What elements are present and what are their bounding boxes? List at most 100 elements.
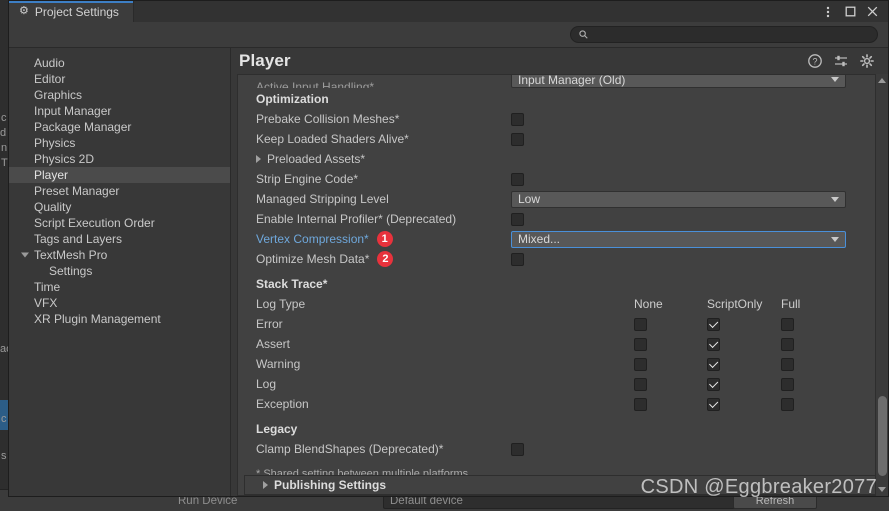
vertical-scrollbar[interactable] [875,74,888,496]
legacy-heading: Legacy [256,421,298,436]
stack-trace-error-none-checkbox[interactable] [634,317,647,331]
sidebar-item-textmesh-pro[interactable]: TextMesh Pro [9,247,230,263]
scroll-up-arrow-icon[interactable] [878,78,886,83]
stack-trace-warning-full-checkbox[interactable] [781,357,794,371]
active-input-handling-dropdown[interactable]: Input Manager (Old) [511,75,846,88]
sidebar-item-label: Package Manager [34,120,132,134]
close-icon[interactable] [862,1,882,22]
preset-icon[interactable] [834,54,848,68]
prebake-collision-meshes-checkbox[interactable] [511,112,524,126]
chevron-down-icon [831,77,839,82]
svg-text:?: ? [812,56,817,66]
sidebar-item-label: Editor [34,72,66,86]
row-keep-loaded-shaders-alive: Keep Loaded Shaders Alive* [238,129,875,149]
enable-internal-profiler-deprecated-checkbox[interactable] [511,212,524,226]
column-header-full: Full [781,297,801,311]
project-settings-window: ⚙ Project Settings Audio Editor Graphics… [8,0,889,497]
chevron-right-icon [263,481,268,489]
stack-trace-error-scriptonly-checkbox[interactable] [707,317,720,331]
optimization-rows: Prebake Collision Meshes* Keep Loaded Sha… [238,109,875,269]
sidebar-item-physics-2d[interactable]: Physics 2D [9,151,230,167]
stack-trace-exception-scriptonly-checkbox[interactable] [707,397,720,411]
enable-internal-profiler-deprecated-control [511,212,524,226]
clamp-blendshapes-deprecated-checkbox[interactable] [511,442,524,456]
sidebar-item-label: Physics 2D [34,152,95,166]
stack-trace-row-warning: Warning [238,354,875,374]
gear-icon: ⚙ [19,5,29,17]
sidebar-item-settings[interactable]: Settings [9,263,230,279]
sidebar-item-label: Player [34,168,69,182]
sidebar-item-xr-plugin-management[interactable]: XR Plugin Management [9,311,230,327]
sidebar-item-audio[interactable]: Audio [9,55,230,71]
stack-trace-assert-full-checkbox[interactable] [781,337,794,351]
sidebar-item-graphics[interactable]: Graphics [9,87,230,103]
sidebar-item-physics[interactable]: Physics [9,135,230,151]
sidebar-item-label: XR Plugin Management [34,312,161,326]
stack-trace-error-full-cell [781,317,794,331]
player-settings-rows: Active Input Handling* Input Manager (Ol… [238,75,875,495]
row-managed-stripping-level: Managed Stripping Level Low [238,189,875,209]
enable-internal-profiler-deprecated-label: Enable Internal Profiler* (Deprecated) [256,212,457,226]
sidebar-item-input-manager[interactable]: Input Manager [9,103,230,119]
active-input-handling-control[interactable]: Input Manager (Old) [511,75,846,88]
stack-trace-log-scriptonly-cell [707,377,720,391]
chevron-right-icon[interactable] [256,155,261,163]
search-field-wrapper[interactable] [570,26,878,43]
sidebar-item-quality[interactable]: Quality [9,199,230,215]
strip-engine-code-label: Strip Engine Code* [256,172,359,186]
sidebar-item-script-execution-order[interactable]: Script Execution Order [9,215,230,231]
managed-stripping-level-dropdown[interactable]: Low [511,190,846,208]
stack-trace-warning-none-checkbox[interactable] [634,357,647,371]
sidebar-item-preset-manager[interactable]: Preset Manager [9,183,230,199]
strip-engine-code-checkbox[interactable] [511,172,524,186]
maximize-icon[interactable] [840,1,860,22]
sidebar-item-player[interactable]: Player [9,167,230,183]
sidebar-item-vfx[interactable]: VFX [9,295,230,311]
keep-loaded-shaders-alive-checkbox[interactable] [511,132,524,146]
sidebar-item-tags-and-layers[interactable]: Tags and Layers [9,231,230,247]
sidebar-item-time[interactable]: Time [9,279,230,295]
sidebar-item-label: Input Manager [34,104,112,118]
managed-stripping-level-label: Managed Stripping Level [256,192,389,206]
search-input[interactable] [593,28,869,41]
settings-gear-icon[interactable] [860,54,874,68]
row-optimize-mesh-data: Optimize Mesh Data* 2 [238,249,875,269]
row-vertex-compression: Vertex Compression* 1 Mixed... [238,229,875,249]
kebab-menu-icon[interactable] [818,1,838,22]
legacy-rows: Clamp BlendShapes (Deprecated)* [238,439,875,459]
managed-stripping-level-value: Low [518,192,541,206]
chevron-down-icon[interactable] [21,252,29,258]
sidebar-item-label: Script Execution Order [34,216,155,230]
stack-trace-row-exception: Exception [238,394,875,414]
tab-project-settings[interactable]: ⚙ Project Settings [9,1,134,22]
sidebar-item-package-manager[interactable]: Package Manager [9,119,230,135]
sidebar-item-label: Physics [34,136,76,150]
stack-trace-warning-none-cell [634,357,647,371]
prebake-collision-meshes-label: Prebake Collision Meshes* [256,112,400,126]
stack-trace-log-full-checkbox[interactable] [781,377,794,391]
section-stack-trace: Stack Trace* [238,273,875,294]
keep-loaded-shaders-alive-label: Keep Loaded Shaders Alive* [256,132,409,146]
stack-trace-exception-label: Exception [256,397,309,411]
stack-trace-error-full-checkbox[interactable] [781,317,794,331]
background-left-strip [0,0,8,511]
stack-trace-assert-scriptonly-checkbox[interactable] [707,337,720,351]
help-icon[interactable]: ? [808,54,822,68]
vertex-compression-dropdown[interactable]: Mixed... [511,230,846,248]
scroll-down-arrow-icon[interactable] [878,487,886,492]
section-legacy: Legacy [238,418,875,439]
scrollbar-thumb[interactable] [878,396,887,476]
row-clamp-blendshapes-deprecated: Clamp BlendShapes (Deprecated)* [238,439,875,459]
optimize-mesh-data-checkbox[interactable] [511,252,524,266]
sidebar-item-editor[interactable]: Editor [9,71,230,87]
stack-trace-log-scriptonly-checkbox[interactable] [707,377,720,391]
search-toolbar [9,22,888,48]
stack-trace-warning-full-cell [781,357,794,371]
stack-trace-log-none-checkbox[interactable] [634,377,647,391]
stack-trace-exception-none-checkbox[interactable] [634,397,647,411]
publishing-settings-foldout[interactable]: Publishing Settings [244,475,875,495]
stack-trace-warning-scriptonly-checkbox[interactable] [707,357,720,371]
stack-trace-row-assert: Assert [238,334,875,354]
stack-trace-assert-none-checkbox[interactable] [634,337,647,351]
stack-trace-exception-full-checkbox[interactable] [781,397,794,411]
